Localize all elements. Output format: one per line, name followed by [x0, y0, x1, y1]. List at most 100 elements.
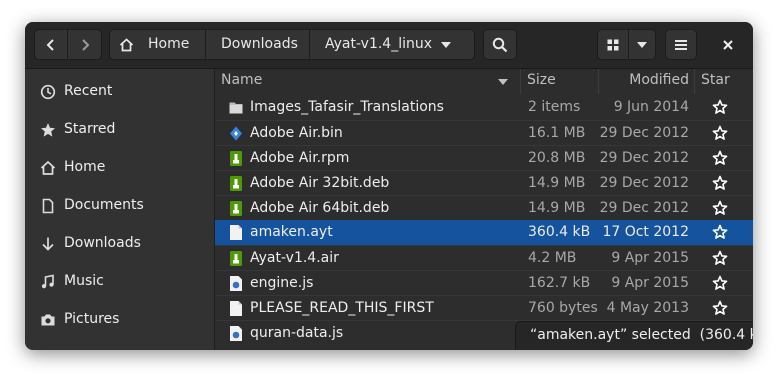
- executable-icon: [230, 126, 242, 141]
- sidebar-item-pictures[interactable]: Pictures: [25, 301, 214, 339]
- file-size: 20.8 MB: [528, 150, 586, 166]
- hamburger-menu-icon: [675, 39, 687, 50]
- file-row[interactable]: Images_Tafasir_Translations 2 items 9 Jun …: [215, 95, 753, 120]
- file-size: 760 bytes: [528, 300, 598, 316]
- home-icon: [40, 160, 56, 175]
- file-row[interactable]: Adobe Air 64bit.deb 14.9 MB 29 Dec 2012: [215, 195, 753, 221]
- file-modified: 29 Dec 2012: [599, 150, 689, 166]
- sort-descending-icon: [498, 79, 508, 85]
- column-name-label: Name: [221, 72, 263, 88]
- chevron-right-icon: [81, 38, 89, 51]
- column-header-name[interactable]: Name: [215, 69, 521, 94]
- star-outline-icon[interactable]: [712, 125, 728, 141]
- star-outline-icon[interactable]: [712, 224, 728, 240]
- file-row[interactable]: PLEASE_READ_THIS_FIRST 760 bytes 4 May 201…: [215, 295, 753, 321]
- chevron-down-icon: [637, 41, 647, 48]
- sidebar-item-downloads[interactable]: Downloads: [25, 225, 214, 263]
- file-modified: 17 Oct 2012: [602, 224, 689, 240]
- file-modified: 9 Jun 2014: [613, 99, 689, 115]
- close-button[interactable]: [715, 32, 741, 58]
- column-modified-label: Modified: [629, 72, 689, 88]
- file-size: 162.7 kB: [528, 275, 591, 291]
- package-icon: [230, 176, 242, 191]
- sidebar-item-label: Pictures: [64, 311, 120, 327]
- file-row[interactable]: Ayat-v1.4.air 4.2 MB 9 Apr 2015: [215, 245, 753, 271]
- file-chooser-window: Home Downloads Ayat-v1.4_linux Recent St…: [25, 22, 753, 350]
- chevron-down-icon: [441, 42, 451, 48]
- text-file-icon: [230, 225, 242, 240]
- file-size: 4.2 MB: [528, 250, 577, 266]
- star-outline-icon[interactable]: [712, 175, 728, 191]
- grid-view-button[interactable]: [597, 29, 629, 60]
- home-icon: [119, 38, 134, 52]
- column-header-modified[interactable]: Modified: [599, 69, 695, 94]
- sidebar-item-label: Home: [64, 159, 106, 175]
- breadcrumb-downloads[interactable]: Downloads: [205, 29, 310, 60]
- chevron-left-icon: [46, 38, 54, 51]
- back-button[interactable]: [34, 29, 68, 60]
- selection-status: “amaken.ayt” selected (360.4 kB): [515, 321, 753, 350]
- package-icon: [230, 251, 242, 266]
- folder-icon: [229, 102, 243, 114]
- file-row[interactable]: Adobe Air.bin 16.1 MB 29 Dec 2012: [215, 120, 753, 146]
- star-outline-icon[interactable]: [712, 300, 728, 316]
- forward-button[interactable]: [67, 29, 102, 60]
- download-arrow-icon: [42, 237, 54, 251]
- selection-status-text: “amaken.ayt” selected (360.4 kB): [530, 327, 753, 343]
- music-note-icon: [41, 274, 54, 289]
- star-outline-icon[interactable]: [712, 250, 728, 266]
- sidebar-item-label: Recent: [64, 83, 113, 99]
- script-file-icon: [230, 276, 242, 291]
- file-row[interactable]: engine.js 162.7 kB 9 Apr 2015: [215, 270, 753, 296]
- grid-view-icon: [607, 39, 619, 50]
- column-header-size[interactable]: Size: [521, 69, 599, 94]
- file-name: quran-data.js: [250, 325, 344, 341]
- sidebar-item-home[interactable]: Home: [25, 149, 214, 187]
- sidebar-item-label: Starred: [64, 121, 116, 137]
- document-icon: [42, 198, 54, 214]
- file-name: Images_Tafasir_Translations: [250, 99, 444, 115]
- sidebar-item-documents[interactable]: Documents: [25, 187, 214, 225]
- sidebar-item-starred[interactable]: Starred: [25, 111, 214, 149]
- file-name: Adobe Air.bin: [250, 125, 343, 141]
- file-modified: 29 Dec 2012: [599, 125, 689, 141]
- star-outline-icon[interactable]: [712, 275, 728, 291]
- file-size: 14.9 MB: [528, 175, 586, 191]
- places-sidebar: Recent Starred Home Documents Downloads …: [25, 69, 215, 350]
- file-modified: 29 Dec 2012: [599, 200, 689, 216]
- star-outline-icon[interactable]: [712, 150, 728, 166]
- file-name: Adobe Air 32bit.deb: [250, 175, 390, 191]
- file-size: 14.9 MB: [528, 200, 586, 216]
- clock-icon: [40, 84, 56, 100]
- file-row[interactable]: Adobe Air 32bit.deb 14.9 MB 29 Dec 2012: [215, 170, 753, 196]
- file-list: Name Size Modified Star Images_Tafasir_T…: [215, 69, 753, 350]
- search-icon: [492, 37, 508, 52]
- file-name: engine.js: [250, 275, 314, 291]
- column-size-label: Size: [527, 72, 556, 88]
- file-name: amaken.ayt: [250, 224, 333, 240]
- file-size: 360.4 kB: [528, 224, 591, 240]
- file-modified: 9 Apr 2015: [611, 275, 689, 291]
- star-outline-icon[interactable]: [712, 99, 728, 115]
- breadcrumb-current-folder[interactable]: Ayat-v1.4_linux: [309, 29, 475, 60]
- file-modified: 9 Apr 2015: [611, 250, 689, 266]
- sidebar-item-label: Downloads: [64, 235, 141, 251]
- search-button[interactable]: [483, 29, 517, 60]
- star-outline-icon[interactable]: [712, 200, 728, 216]
- menu-button[interactable]: [665, 29, 697, 60]
- file-size: 16.1 MB: [528, 125, 586, 141]
- package-icon: [230, 201, 242, 216]
- file-name: Ayat-v1.4.air: [250, 250, 339, 266]
- sidebar-item-recent[interactable]: Recent: [25, 73, 214, 111]
- file-size: 2 items: [528, 99, 581, 115]
- view-options-button[interactable]: [628, 29, 656, 60]
- text-file-icon: [230, 301, 242, 316]
- sidebar-item-music[interactable]: Music: [25, 263, 214, 301]
- script-file-icon: [230, 326, 242, 341]
- camera-icon: [41, 314, 55, 326]
- file-row[interactable]: Adobe Air.rpm 20.8 MB 29 Dec 2012: [215, 145, 753, 171]
- breadcrumb-home[interactable]: Home: [109, 29, 206, 60]
- column-header-star[interactable]: Star: [695, 69, 753, 94]
- file-name: Adobe Air.rpm: [250, 150, 350, 166]
- file-row[interactable]: amaken.ayt 360.4 kB 17 Oct 2012: [215, 220, 753, 245]
